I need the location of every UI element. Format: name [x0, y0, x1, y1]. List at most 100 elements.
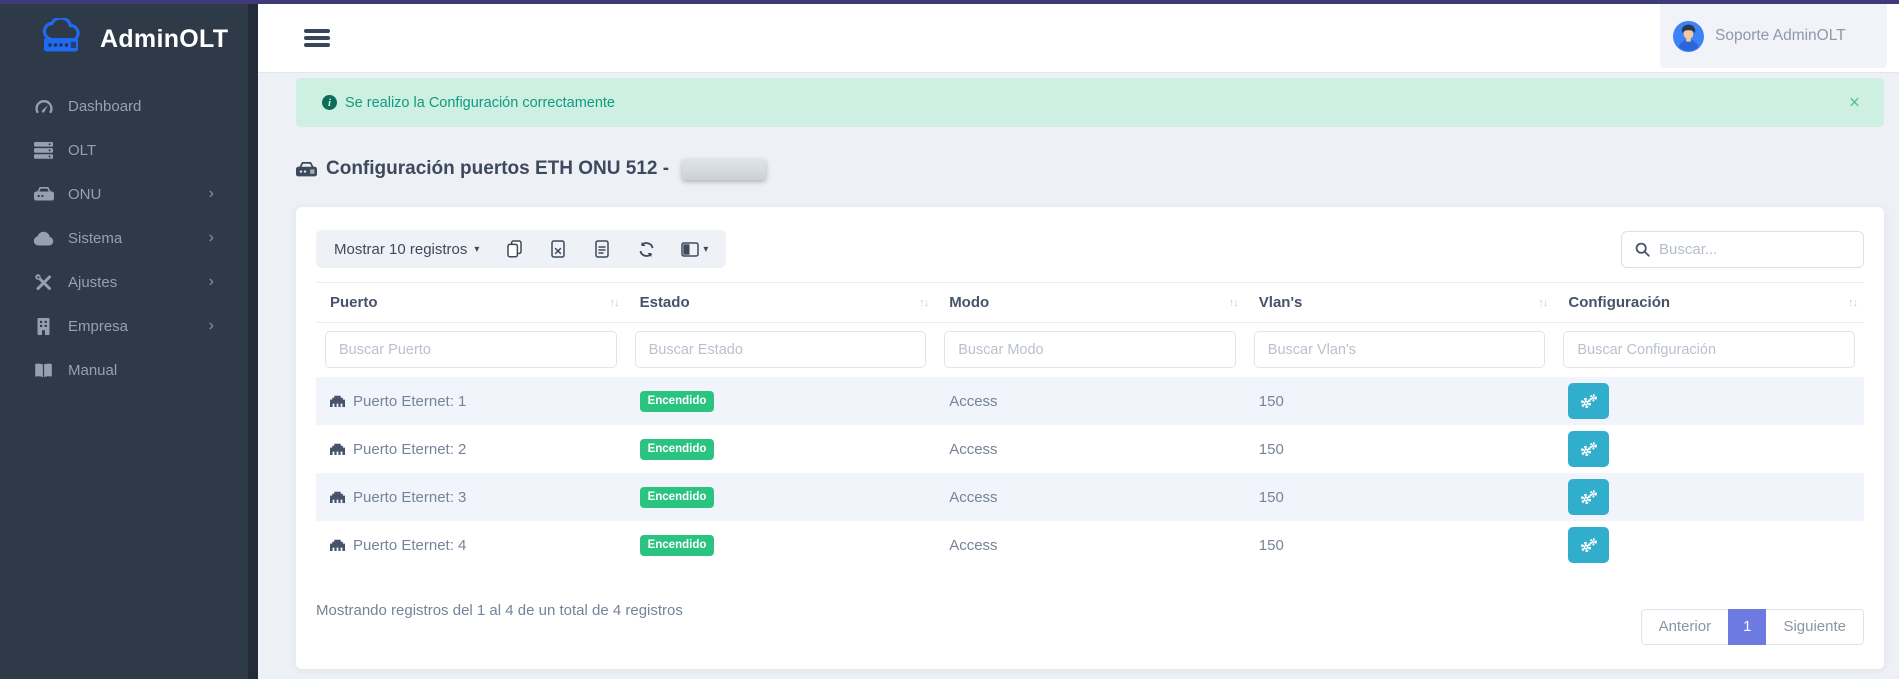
sidebar-item-label: Sistema	[68, 230, 209, 247]
alert-message: Se realizo la Configuración correctament…	[345, 95, 615, 111]
configure-port-button[interactable]	[1568, 431, 1609, 467]
router-icon	[296, 162, 317, 177]
column-label: Puerto	[330, 294, 378, 311]
sort-icon: ↑↓	[1229, 297, 1238, 309]
avatar	[1673, 21, 1704, 52]
page-content: i Se realizo la Configuración correctame…	[258, 72, 1899, 669]
column-header-puerto[interactable]: Puerto↑↓	[316, 283, 626, 323]
search-input[interactable]	[1659, 241, 1844, 258]
table-filter-row	[316, 323, 1864, 378]
table-row: Puerto Eternet: 3 Encendido Access 150	[316, 473, 1864, 521]
tools-icon	[32, 273, 55, 292]
menu-toggle-button[interactable]	[304, 25, 330, 50]
ethernet-port-icon	[330, 395, 345, 407]
export-excel-button[interactable]	[549, 238, 567, 260]
sidebar-item-ajustes[interactable]: Ajustes ›	[0, 260, 248, 304]
gears-icon	[1578, 537, 1599, 554]
filter-input-estado[interactable]	[635, 331, 927, 368]
ethernet-port-icon	[330, 539, 345, 551]
router-icon	[32, 187, 55, 201]
sidebar-item-manual[interactable]: Manual	[0, 348, 248, 392]
sidebar: AdminOLT Dashboard OLT ONU ›	[0, 4, 248, 679]
status-badge: Encendido	[640, 439, 715, 460]
column-header-configuracion[interactable]: Configuración ↑↓	[1554, 283, 1864, 323]
table-footer: Mostrando registros del 1 al 4 de un tot…	[316, 599, 1864, 645]
vlan-value: 150	[1245, 473, 1555, 521]
sidebar-item-label: ONU	[68, 186, 209, 203]
sidebar-item-label: Ajustes	[68, 274, 209, 291]
pagination-page-1[interactable]: 1	[1728, 609, 1766, 645]
column-header-vlans[interactable]: Vlan's↑↓	[1245, 283, 1555, 323]
user-name: Soporte AdminOLT	[1715, 27, 1846, 45]
refresh-button[interactable]	[637, 238, 655, 260]
page-length-dropdown[interactable]: Mostrar 10 registros ▾	[334, 241, 479, 258]
table-card: Mostrar 10 registros ▾	[296, 207, 1884, 669]
sort-icon: ↑↓	[919, 297, 928, 309]
sidebar-item-sistema[interactable]: Sistema ›	[0, 216, 248, 260]
sidebar-edge-strip	[248, 4, 258, 679]
pagination-next-button[interactable]: Siguiente	[1766, 609, 1864, 645]
column-label: Configuración	[1568, 294, 1670, 311]
port-label: Puerto Eternet: 3	[353, 489, 466, 506]
brand[interactable]: AdminOLT	[0, 4, 248, 74]
filter-input-configuracion[interactable]	[1563, 331, 1855, 368]
sidebar-item-onu[interactable]: ONU ›	[0, 172, 248, 216]
brand-name: AdminOLT	[100, 25, 228, 54]
sidebar-menu: Dashboard OLT ONU › Sistema ›	[0, 74, 248, 392]
chevron-right-icon: ›	[209, 274, 214, 290]
column-visibility-button[interactable]: ▾	[681, 238, 708, 260]
column-header-estado[interactable]: Estado↑↓	[626, 283, 936, 323]
table-header-row: Puerto↑↓ Estado↑↓ Modo↑↓ Vlan's↑↓ Config…	[316, 283, 1864, 323]
search-icon	[1635, 242, 1650, 257]
copy-icon	[507, 240, 522, 258]
sort-icon: ↑↓	[1538, 297, 1547, 309]
mode-value: Access	[935, 521, 1245, 569]
server-icon	[32, 142, 55, 159]
caret-down-icon: ▾	[703, 244, 708, 255]
ethernet-port-icon	[330, 491, 345, 503]
port-label: Puerto Eternet: 1	[353, 393, 466, 410]
configure-port-button[interactable]	[1568, 383, 1609, 419]
sidebar-item-label: Dashboard	[68, 98, 214, 115]
export-file-button[interactable]	[593, 238, 611, 260]
sort-icon: ↑↓	[1848, 297, 1857, 309]
filter-input-modo[interactable]	[944, 331, 1236, 368]
close-icon[interactable]: ×	[1849, 93, 1860, 112]
copy-button[interactable]	[505, 238, 523, 260]
cloud-icon	[32, 231, 55, 246]
port-label: Puerto Eternet: 2	[353, 441, 466, 458]
column-header-modo[interactable]: Modo↑↓	[935, 283, 1245, 323]
table-row: Puerto Eternet: 2 Encendido Access 150	[316, 425, 1864, 473]
table-row: Puerto Eternet: 4 Encendido Access 150	[316, 521, 1864, 569]
gears-icon	[1578, 489, 1599, 506]
chevron-right-icon: ›	[209, 186, 214, 202]
sidebar-item-empresa[interactable]: Empresa ›	[0, 304, 248, 348]
caret-down-icon: ▾	[474, 244, 479, 255]
filter-input-vlans[interactable]	[1254, 331, 1546, 368]
success-alert: i Se realizo la Configuración correctame…	[296, 78, 1884, 127]
ethernet-port-icon	[330, 443, 345, 455]
chevron-right-icon: ›	[209, 230, 214, 246]
filter-input-puerto[interactable]	[325, 331, 617, 368]
refresh-icon	[638, 241, 655, 258]
toolbar-button-group: Mostrar 10 registros ▾	[316, 230, 726, 268]
page-length-label: Mostrar 10 registros	[334, 241, 467, 258]
sidebar-item-olt[interactable]: OLT	[0, 128, 248, 172]
main-area: Soporte AdminOLT i Se realizo la Configu…	[258, 4, 1899, 679]
ports-table: Puerto↑↓ Estado↑↓ Modo↑↓ Vlan's↑↓ Config…	[316, 282, 1864, 569]
pagination-prev-button[interactable]: Anterior	[1641, 609, 1729, 645]
vlan-value: 150	[1245, 521, 1555, 569]
sidebar-item-label: Empresa	[68, 318, 209, 335]
topbar: Soporte AdminOLT	[258, 4, 1899, 72]
vlan-value: 150	[1245, 425, 1555, 473]
sidebar-item-dashboard[interactable]: Dashboard	[0, 84, 248, 128]
table-row: Puerto Eternet: 1 Encendido Access 150	[316, 377, 1864, 425]
configure-port-button[interactable]	[1568, 479, 1609, 515]
gears-icon	[1578, 441, 1599, 458]
status-badge: Encendido	[640, 391, 715, 412]
configure-port-button[interactable]	[1568, 527, 1609, 563]
user-menu[interactable]: Soporte AdminOLT	[1660, 4, 1887, 68]
sidebar-item-label: Manual	[68, 362, 214, 379]
page-title: Configuración puertos ETH ONU 512 -	[296, 158, 1884, 180]
building-icon	[32, 318, 55, 335]
